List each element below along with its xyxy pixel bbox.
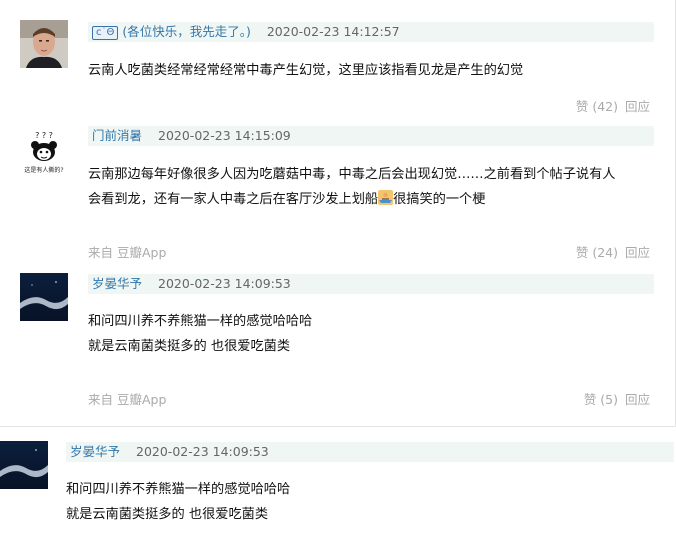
comment-text-line: 就是云南菌类挺多的 也很爱吃菌类	[66, 507, 269, 522]
comment-meta: 岁晏华予 2020-02-23 14:09:53	[66, 442, 674, 462]
user-badge: c˙Θ	[92, 26, 119, 40]
comment-text-line: 云南那边每年好像很多人因为吃蘑菇中毒，中毒之后会出现幻觉……之前看到个帖子说有人	[88, 167, 616, 182]
comment-time: 2020-02-23 14:09:53	[158, 276, 291, 291]
reply-button[interactable]: 回应	[625, 243, 650, 263]
avatar[interactable]: ? ? ? 这是有人撕的?	[20, 128, 68, 176]
highlighted-comment: 岁晏华予 2020-02-23 14:09:53 和问四川养不养熊猫一样的感觉哈…	[0, 438, 676, 539]
comment-text: 云南那边每年好像很多人因为吃蘑菇中毒，中毒之后会出现幻觉……之前看到个帖子说有人…	[88, 162, 654, 212]
comment-actions: 来自 豆瓣App 赞 (5) 回应	[88, 390, 654, 410]
comment-time: 2020-02-23 14:12:57	[266, 24, 400, 39]
reply-button[interactable]: 回应	[625, 390, 650, 410]
comment-actions: 赞 (42) 回应	[88, 97, 654, 117]
vote-button[interactable]: 赞 (42)	[576, 97, 618, 117]
comment-time: 2020-02-23 14:15:09	[158, 128, 291, 143]
comment-text-line: 和问四川养不养熊猫一样的感觉哈哈哈	[88, 314, 313, 329]
vote-button[interactable]: 赞 (24)	[576, 243, 618, 263]
avatar[interactable]	[0, 441, 48, 489]
username-link[interactable]: 岁晏华予	[70, 444, 120, 459]
comment-text-segment: 很搞笑的一个梗	[393, 192, 486, 207]
username-link[interactable]: 岁晏华予	[92, 276, 142, 291]
username-link[interactable]: 门前消暑	[92, 128, 142, 143]
comment-meta: 门前消暑 2020-02-23 14:15:09	[88, 126, 654, 146]
comment-time: 2020-02-23 14:09:53	[136, 444, 269, 459]
comment-text: 和问四川养不养熊猫一样的感觉哈哈哈 就是云南菌类挺多的 也很爱吃菌类	[88, 309, 654, 359]
comment-item: c˙Θ (各位快乐，我先走了。) 2020-02-23 14:12:57 云南人…	[0, 0, 676, 125]
avatar[interactable]	[20, 273, 68, 321]
comment-source: 来自 豆瓣App	[88, 392, 167, 407]
comment-item: 岁晏华予 2020-02-23 14:09:53 和问四川养不养熊猫一样的感觉哈…	[0, 268, 676, 418]
comment-text-line: 会看到龙，还有一家人中毒之后在客厅沙发上划船 很搞笑的一个梗	[88, 187, 654, 212]
avatar[interactable]	[20, 20, 68, 68]
comment-actions: 来自 豆瓣App 赞 (24) 回应	[88, 243, 654, 263]
avatar-caption: 这是有人撕的?	[24, 166, 63, 174]
comment-item: ? ? ? 这是有人撕的? 门前消暑 2020-02-23 14:15:09 云…	[0, 120, 676, 270]
boat-emoji-icon	[378, 189, 394, 205]
comment-text: 云南人吃菌类经常经常经常中毒产生幻觉，这里应该指看见龙是产生的幻觉	[88, 63, 524, 78]
comment-list-panel: c˙Θ (各位快乐，我先走了。) 2020-02-23 14:12:57 云南人…	[0, 0, 676, 427]
comment-text-segment: 会看到龙，还有一家人中毒之后在客厅沙发上划船	[88, 192, 379, 207]
username-link[interactable]: (各位快乐，我先走了。)	[122, 24, 251, 39]
reply-button[interactable]: 回应	[625, 97, 650, 117]
comment-text: 和问四川养不养熊猫一样的感觉哈哈哈 就是云南菌类挺多的 也很爱吃菌类	[66, 477, 674, 527]
comment-meta: c˙Θ (各位快乐，我先走了。) 2020-02-23 14:12:57	[88, 22, 654, 42]
comment-text-line: 就是云南菌类挺多的 也很爱吃菌类	[88, 339, 291, 354]
vote-button[interactable]: 赞 (5)	[584, 390, 618, 410]
comment-meta: 岁晏华予 2020-02-23 14:09:53	[88, 274, 654, 294]
comment-source: 来自 豆瓣App	[88, 245, 167, 260]
comment-text-line: 和问四川养不养熊猫一样的感觉哈哈哈	[66, 482, 291, 497]
svg-text:? ? ?: ? ? ?	[35, 131, 53, 140]
